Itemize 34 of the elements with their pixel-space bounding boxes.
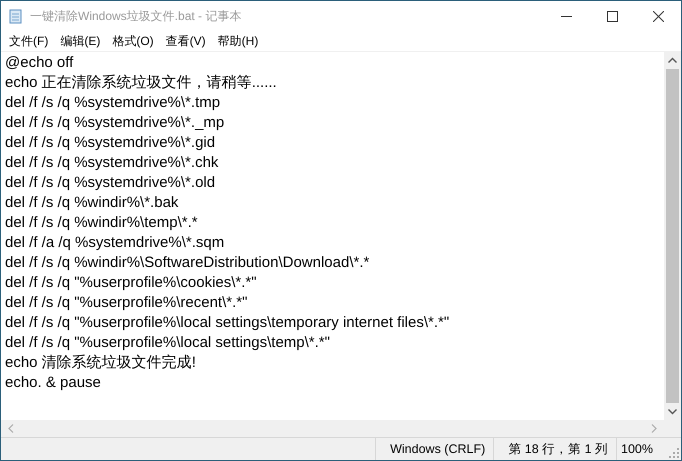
code-line: del /f /s /q "%userprofile%\cookies\*.*" xyxy=(5,273,257,293)
close-icon[interactable] xyxy=(652,10,664,22)
code-line: echo. & pause xyxy=(5,373,101,393)
window-title: 一键清除Windows垃圾文件.bat - 记事本 xyxy=(30,8,242,24)
code-line: del /f /s /q %systemdrive%\*.old xyxy=(5,173,216,193)
code-line: del /f /s /q "%userprofile%\local settings\temporary internet files\*.*" xyxy=(5,313,450,333)
menu-item[interactable]: 帮助(H) xyxy=(212,32,264,50)
maximize-icon[interactable] xyxy=(606,10,618,22)
scrollbar-thumb[interactable] xyxy=(666,69,679,403)
code-line: del /f /s /q "%userprofile%\recent\*.*" xyxy=(5,293,248,313)
code-line: del /f /s /q %systemdrive%\*.chk xyxy=(5,153,218,173)
line-ending-status: Windows (CRLF) xyxy=(375,438,494,460)
code-line: echo 清除系统垃圾文件完成! xyxy=(5,353,196,373)
menu-item[interactable]: 文件(F) xyxy=(3,32,54,50)
menu-item[interactable]: 编辑(E) xyxy=(54,32,106,50)
code-line: del /f /s /q %systemdrive%\*.tmp xyxy=(5,93,220,113)
code-line: del /f /s /q %windir%\*.bak xyxy=(5,193,178,213)
scroll-up-icon[interactable] xyxy=(668,57,677,63)
code-line: @echo off xyxy=(5,53,74,73)
resize-grip-icon[interactable] xyxy=(669,448,679,458)
menu-item[interactable]: 格式(O) xyxy=(106,32,160,50)
code-line: del /f /s /q %windir%\SoftwareDistribution\Download\*.* xyxy=(5,253,370,273)
notepad-icon xyxy=(8,8,24,24)
code-line: del /f /a /q %systemdrive%\*.sqm xyxy=(5,233,224,253)
scroll-down-icon[interactable] xyxy=(668,409,677,415)
code-line: del /f /s /q %windir%\temp\*.* xyxy=(5,213,198,233)
menu-item[interactable]: 查看(V) xyxy=(160,32,212,50)
code-line: echo 正在清除系统垃圾文件，请稍等...... xyxy=(5,73,277,93)
code-line: del /f /s /q %systemdrive%\*.gid xyxy=(5,133,216,153)
zoom-status: 100% xyxy=(616,438,659,460)
cursor-position-status: 第 18 行，第 1 列 xyxy=(493,438,616,460)
code-line: del /f /s /q %systemdrive%\*._mp xyxy=(5,113,224,133)
code-line: del /f /s /q "%userprofile%\local settings\temp\*.*" xyxy=(5,333,330,353)
vertical-scrollbar[interactable] xyxy=(664,52,681,420)
